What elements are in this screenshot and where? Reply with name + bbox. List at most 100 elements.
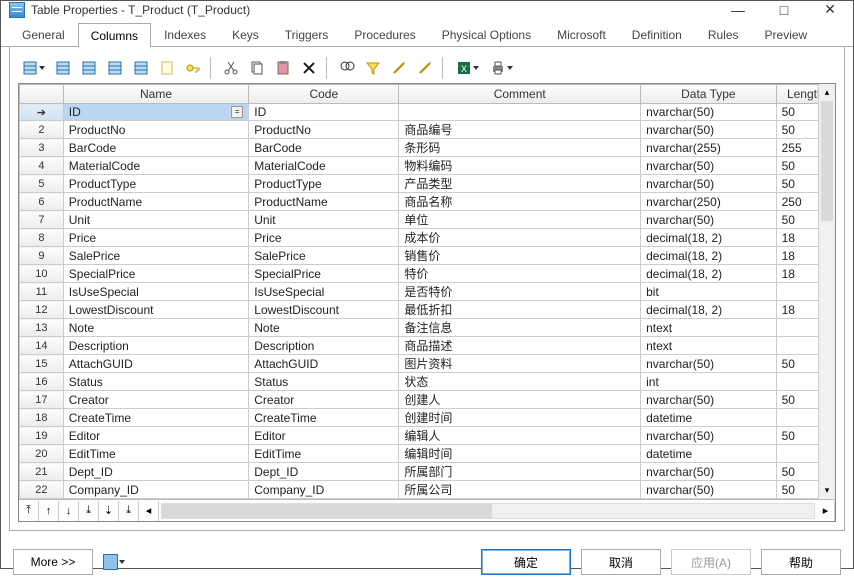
insert-row-icon[interactable]: [18, 57, 48, 79]
cell-code[interactable]: Dept_ID: [249, 463, 399, 481]
cell-name[interactable]: ID=: [63, 104, 249, 121]
cell-name[interactable]: ProductNo: [63, 121, 249, 139]
cell-name[interactable]: Note: [63, 319, 249, 337]
row-number[interactable]: 14: [20, 337, 64, 355]
table-row[interactable]: 5ProductTypeProductType产品类型nvarchar(50)5…: [20, 175, 835, 193]
row-number[interactable]: 2: [20, 121, 64, 139]
cell-comment[interactable]: 所属公司: [399, 481, 641, 499]
row-number[interactable]: 20: [20, 445, 64, 463]
cell-datatype[interactable]: decimal(18, 2): [641, 229, 776, 247]
table-row[interactable]: 14DescriptionDescription商品描述ntext: [20, 337, 835, 355]
cell-code[interactable]: EditTime: [249, 445, 399, 463]
cell-code[interactable]: ProductNo: [249, 121, 399, 139]
tab-triggers[interactable]: Triggers: [272, 22, 342, 46]
cell-name[interactable]: SpecialPrice: [63, 265, 249, 283]
tab-columns[interactable]: Columns: [78, 23, 151, 47]
grid-table[interactable]: Name Code Comment Data Type Length ➔ID=I…: [19, 84, 835, 499]
row-number[interactable]: 18: [20, 409, 64, 427]
more-button[interactable]: More >>: [13, 549, 93, 575]
move-bottom2-icon[interactable]: ⤓: [119, 501, 139, 521]
table-row[interactable]: 17CreatorCreator创建人nvarchar(50)50: [20, 391, 835, 409]
row-number[interactable]: 4: [20, 157, 64, 175]
cell-code[interactable]: CreateTime: [249, 409, 399, 427]
vertical-scrollbar[interactable]: ▴ ▾: [818, 84, 835, 499]
maximize-button[interactable]: □: [761, 1, 807, 18]
table-row[interactable]: ➔ID=IDnvarchar(50)50: [20, 104, 835, 121]
cell-datatype[interactable]: nvarchar(50): [641, 104, 776, 121]
cell-comment[interactable]: 编辑人: [399, 427, 641, 445]
cell-datatype[interactable]: datetime: [641, 445, 776, 463]
cell-code[interactable]: Note: [249, 319, 399, 337]
table-row[interactable]: 8PricePrice成本价decimal(18, 2)18: [20, 229, 835, 247]
cell-code[interactable]: ProductName: [249, 193, 399, 211]
cell-code[interactable]: Company_ID: [249, 481, 399, 499]
delete-icon[interactable]: [298, 57, 320, 79]
add-table-icon[interactable]: [52, 57, 74, 79]
row-number[interactable]: 16: [20, 373, 64, 391]
tab-definition[interactable]: Definition: [619, 22, 695, 46]
cell-datatype[interactable]: nvarchar(50): [641, 391, 776, 409]
row-number[interactable]: 12: [20, 301, 64, 319]
cell-name[interactable]: Company_ID: [63, 481, 249, 499]
cell-datatype[interactable]: int: [641, 373, 776, 391]
table-row[interactable]: 2ProductNoProductNo商品编号nvarchar(50)50: [20, 121, 835, 139]
cell-code[interactable]: SpecialPrice: [249, 265, 399, 283]
print-icon[interactable]: [486, 57, 516, 79]
cell-datatype[interactable]: decimal(18, 2): [641, 247, 776, 265]
cell-comment[interactable]: 创建时间: [399, 409, 641, 427]
cell-datatype[interactable]: datetime: [641, 409, 776, 427]
hscroll-right-icon[interactable]: ▸: [817, 501, 835, 521]
cell-comment[interactable]: [399, 104, 641, 121]
wand-icon[interactable]: [388, 57, 410, 79]
table-row[interactable]: 9SalePriceSalePrice销售价decimal(18, 2)18: [20, 247, 835, 265]
cell-code[interactable]: IsUseSpecial: [249, 283, 399, 301]
cell-comment[interactable]: 编辑时间: [399, 445, 641, 463]
grid-icon[interactable]: [104, 57, 126, 79]
move-down-icon[interactable]: ↓: [59, 501, 79, 521]
cell-datatype[interactable]: nvarchar(250): [641, 193, 776, 211]
duplicate-icon[interactable]: [78, 57, 100, 79]
cell-comment[interactable]: 最低折扣: [399, 301, 641, 319]
row-number[interactable]: 8: [20, 229, 64, 247]
cell-name[interactable]: Unit: [63, 211, 249, 229]
cell-name[interactable]: ProductName: [63, 193, 249, 211]
cell-code[interactable]: ID: [249, 104, 399, 121]
copy-icon[interactable]: [246, 57, 268, 79]
tab-preview[interactable]: Preview: [752, 22, 821, 46]
cell-code[interactable]: BarCode: [249, 139, 399, 157]
cell-datatype[interactable]: decimal(18, 2): [641, 265, 776, 283]
table-row[interactable]: 4MaterialCodeMaterialCode物料编码nvarchar(50…: [20, 157, 835, 175]
table-row[interactable]: 3BarCodeBarCode条形码nvarchar(255)255: [20, 139, 835, 157]
cell-name[interactable]: ProductType: [63, 175, 249, 193]
filter-icon[interactable]: [362, 57, 384, 79]
paste-icon[interactable]: [272, 57, 294, 79]
cell-datatype[interactable]: nvarchar(50): [641, 481, 776, 499]
table-row[interactable]: 11IsUseSpecialIsUseSpecial是否特价bit: [20, 283, 835, 301]
tab-procedures[interactable]: Procedures: [341, 22, 428, 46]
col-datatype[interactable]: Data Type: [641, 85, 776, 104]
row-number[interactable]: 15: [20, 355, 64, 373]
table-row[interactable]: 6ProductNameProductName商品名称nvarchar(250)…: [20, 193, 835, 211]
col-code[interactable]: Code: [249, 85, 399, 104]
table-row[interactable]: 10SpecialPriceSpecialPrice特价decimal(18, …: [20, 265, 835, 283]
cell-code[interactable]: ProductType: [249, 175, 399, 193]
tab-rules[interactable]: Rules: [695, 22, 752, 46]
cell-name[interactable]: LowestDiscount: [63, 301, 249, 319]
cell-comment[interactable]: 创建人: [399, 391, 641, 409]
cell-comment[interactable]: 商品名称: [399, 193, 641, 211]
move-top-icon[interactable]: ⤒: [19, 501, 39, 521]
row-number[interactable]: 17: [20, 391, 64, 409]
col-name[interactable]: Name: [63, 85, 249, 104]
cell-code[interactable]: Description: [249, 337, 399, 355]
cell-name[interactable]: AttachGUID: [63, 355, 249, 373]
cell-code[interactable]: Editor: [249, 427, 399, 445]
horizontal-scrollbar[interactable]: [161, 503, 815, 519]
cell-datatype[interactable]: nvarchar(255): [641, 139, 776, 157]
move-bottom-icon[interactable]: ⤓: [79, 501, 99, 521]
cell-name[interactable]: Price: [63, 229, 249, 247]
cell-name[interactable]: Description: [63, 337, 249, 355]
cell-name[interactable]: Status: [63, 373, 249, 391]
row-number[interactable]: ➔: [20, 104, 64, 121]
hscroll-left-icon[interactable]: ◂: [139, 501, 159, 521]
row-number[interactable]: 21: [20, 463, 64, 481]
